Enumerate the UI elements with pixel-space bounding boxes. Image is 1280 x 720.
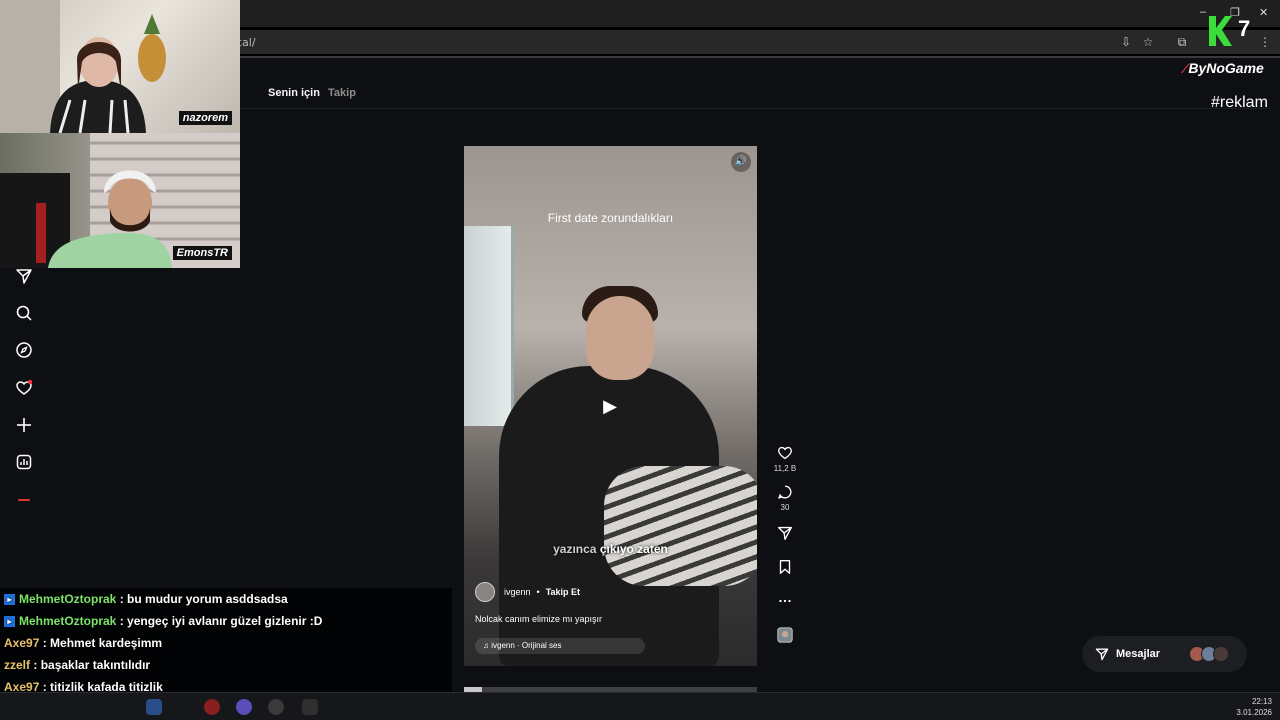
follow-button[interactable]: Takip Et — [546, 587, 580, 597]
video-background-shelf — [464, 226, 514, 426]
feed-tabs: Senin için Takip — [268, 87, 361, 99]
chat-text: : yengeç iyi avlanır güzel gizlenir :D — [119, 614, 323, 628]
search-icon[interactable] — [14, 303, 34, 323]
chat-username[interactable]: MehmetOztoprak — [19, 592, 116, 606]
chat-username[interactable]: MehmetOztoprak — [19, 614, 116, 628]
bookmark-star-icon[interactable]: ☆ — [1141, 35, 1155, 49]
tabs-divider — [240, 108, 1270, 109]
send-icon[interactable] — [14, 266, 34, 286]
messages-label: Mesajlar — [1116, 648, 1161, 660]
notifications-heart-icon[interactable] — [14, 378, 34, 398]
like-count: 11,2 B — [773, 464, 797, 473]
k7-logo: 7 — [1209, 16, 1250, 46]
chat-message: ▸ MehmetOztoprak : bu mudur yorum asddsad… — [0, 588, 452, 610]
share-send-icon[interactable] — [776, 524, 794, 542]
chat-badge-icon: ▸ — [4, 616, 15, 628]
bynogame-text: ByNoGame — [1188, 60, 1264, 76]
taskbar-app-icon[interactable] — [146, 699, 162, 715]
opera-icon[interactable] — [204, 699, 220, 715]
comment-icon[interactable] — [776, 483, 794, 501]
webcam-streamer-2: EmonsTR — [0, 133, 240, 268]
dashboard-icon[interactable] — [14, 452, 34, 472]
chat-message: ▸ MehmetOztoprak : yengeç iyi avlanır güz… — [0, 610, 452, 632]
install-app-icon[interactable]: ⇩ — [1119, 35, 1133, 49]
video-person-head — [586, 296, 654, 380]
create-plus-icon[interactable] — [14, 415, 34, 435]
close-window-button[interactable]: ✕ — [1259, 6, 1268, 19]
comment-count: 30 — [780, 503, 790, 512]
chat-username[interactable]: zzelf — [4, 658, 30, 672]
video-description: Nolcak canım elimize mı yapışır — [475, 614, 603, 624]
video-pillow — [604, 466, 757, 586]
epic-games-icon[interactable] — [302, 699, 318, 715]
obs-icon[interactable] — [268, 699, 284, 715]
bynogame-logo: ⁄ ByNoGame — [1184, 60, 1264, 76]
tab-following[interactable]: Takip — [328, 87, 356, 99]
author-name[interactable]: ivgenn — [504, 587, 531, 597]
taskbar: 22:13 3.01.2026 — [0, 692, 1280, 720]
audio-track-label: ivgenn · Orijinal ses — [491, 641, 562, 650]
extensions-icon[interactable]: ⧉ — [1175, 35, 1189, 49]
chat-text: : Mehmet kardeşimm — [42, 636, 163, 650]
sound-icon[interactable]: 🔊 — [731, 152, 751, 172]
like-heart-icon[interactable] — [776, 444, 794, 462]
video-author-row: ivgenn • Takip Et — [475, 582, 580, 602]
profile-avatar-icon[interactable] — [14, 490, 34, 510]
explore-compass-icon[interactable] — [14, 340, 34, 360]
chat-message: Axe97 : Mehmet kardeşimm — [0, 632, 452, 654]
author-separator: • — [536, 587, 540, 597]
video-subtitle: yazınca çıkıyo zaten — [464, 542, 757, 556]
chat-message: zzelf : başaklar takıntılıdır — [0, 654, 452, 676]
discord-icon[interactable] — [236, 699, 252, 715]
video-subtitle-gray: yazınca — [553, 542, 597, 556]
ad-hashtag: #reklam — [1211, 94, 1268, 111]
bynogame-mark-icon: ⁄ — [1184, 60, 1187, 76]
more-options-icon[interactable] — [776, 592, 794, 610]
reel-video[interactable]: First date zorundalıkları yazınca çıkıyo… — [464, 146, 757, 666]
webcam-1-name: nazorem — [178, 111, 232, 125]
clock-date: 3.01.2026 — [1236, 708, 1272, 717]
messages-button[interactable]: Mesajlar — [1082, 636, 1247, 672]
video-subtitle-white: çıkıyo zaten — [599, 542, 668, 556]
messages-send-icon — [1095, 648, 1109, 661]
play-icon[interactable]: ▶ — [598, 394, 622, 418]
system-clock: 22:13 3.01.2026 — [1236, 696, 1272, 718]
save-bookmark-icon[interactable] — [776, 558, 794, 576]
message-avatar — [1213, 646, 1229, 662]
audio-track[interactable]: ♫ ivgenn · Orijinal ses — [475, 638, 645, 654]
chat-text: : başaklar takıntılıdır — [33, 658, 151, 672]
audio-thumbnail-icon[interactable] — [776, 626, 794, 644]
clock-time: 22:13 — [1251, 697, 1272, 706]
tab-for-you[interactable]: Senin için — [268, 87, 320, 99]
browser-menu-icon[interactable]: ⋮ — [1258, 35, 1272, 49]
video-overlay-title: First date zorundalıkları — [547, 211, 674, 225]
messages-avatars — [1189, 646, 1233, 662]
webcam-2-name: EmonsTR — [172, 246, 232, 260]
author-avatar[interactable] — [475, 582, 495, 602]
chat-badge-icon: ▸ — [4, 594, 15, 606]
chat-text: : bu mudur yorum asddsadsa — [119, 592, 288, 606]
music-note-icon: ♫ — [483, 641, 489, 650]
chat-username[interactable]: Axe97 — [4, 636, 39, 650]
video-action-bar: 11,2 B 30 — [772, 444, 798, 644]
k7-logo-number: 7 — [1238, 16, 1250, 41]
webcam-streamer-1: nazorem — [0, 0, 240, 133]
